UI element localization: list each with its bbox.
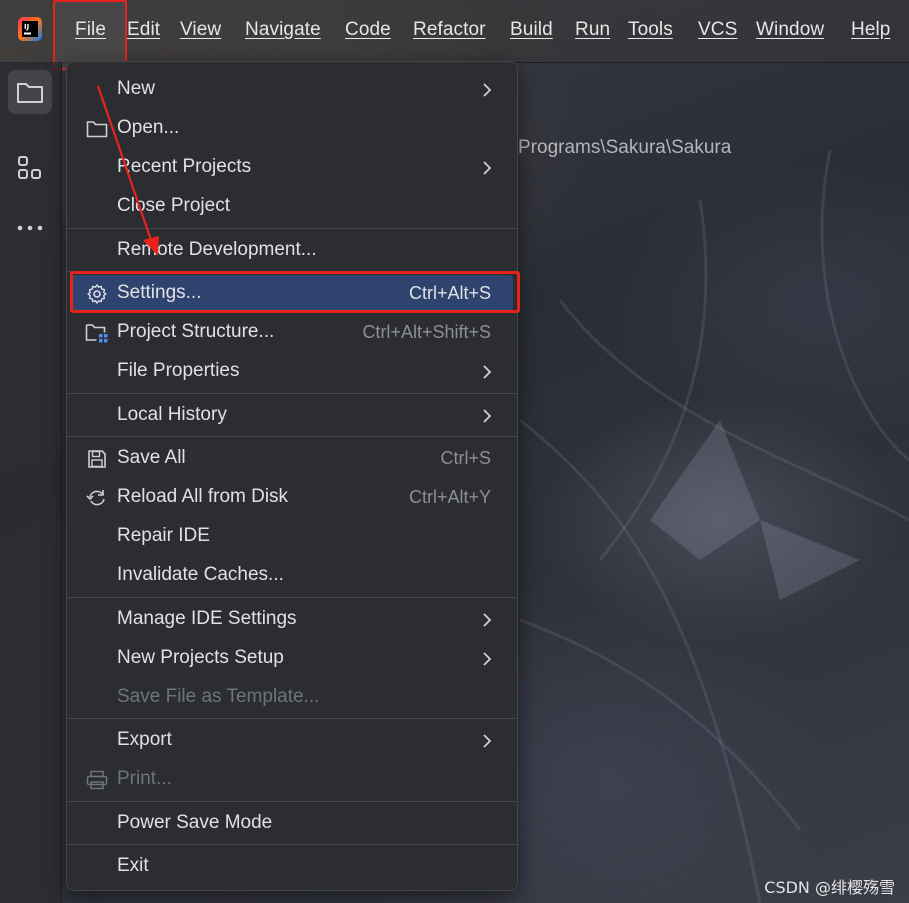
menu-help[interactable]: Help (851, 19, 890, 41)
menu-window[interactable]: Window (756, 19, 824, 41)
chevron-right-icon (483, 734, 492, 748)
chevron-right-icon (483, 409, 492, 423)
printer-icon (85, 768, 109, 792)
menu-item-invalidate-caches[interactable]: Invalidate Caches... (71, 557, 513, 594)
menu-separator (67, 801, 517, 802)
menu-item-label: Exit (117, 855, 149, 876)
menu-item-remote-development[interactable]: Remote Development... (71, 232, 513, 269)
project-path-text: Programs\Sakura\Sakura (518, 137, 732, 158)
menu-refactor[interactable]: Refactor (413, 19, 486, 41)
menu-separator (67, 228, 517, 229)
menu-item-repair-ide[interactable]: Repair IDE (71, 518, 513, 555)
menu-item-shortcut: Ctrl+Alt+Shift+S (362, 322, 491, 342)
menu-item-label: Open... (117, 117, 180, 138)
folder-icon (17, 83, 43, 103)
menu-tools[interactable]: Tools (628, 19, 673, 41)
menu-item-label: New Projects Setup (117, 647, 284, 668)
menu-item-reload-all[interactable]: Reload All from Disk Ctrl+Alt+Y (71, 479, 513, 516)
menu-item-label: Project Structure... (117, 321, 275, 342)
menu-item-label: Manage IDE Settings (117, 608, 297, 629)
menu-item-label: Save File as Template... (117, 686, 320, 707)
menu-item-export[interactable]: Export (71, 722, 513, 759)
menu-separator (67, 844, 517, 845)
menu-item-label: Close Project (117, 195, 230, 216)
menu-item-project-structure[interactable]: Project Structure... Ctrl+Alt+Shift+S (71, 314, 513, 351)
menu-separator (67, 393, 517, 394)
svg-text:IJ: IJ (24, 23, 29, 31)
menu-item-local-history[interactable]: Local History (71, 397, 513, 434)
chevron-right-icon (483, 83, 492, 97)
structure-tool-button[interactable] (8, 146, 52, 190)
menu-item-exit[interactable]: Exit (71, 848, 513, 885)
file-menu-dropdown: New Open... Recent Projects Close Projec… (66, 61, 518, 891)
reload-icon (85, 486, 109, 510)
project-tool-button[interactable] (8, 70, 52, 114)
menu-item-file-properties[interactable]: File Properties (71, 353, 513, 390)
left-tool-strip (0, 62, 62, 903)
menu-item-label: Remote Development... (117, 239, 317, 260)
menu-item-label: New (117, 78, 156, 99)
menu-item-shortcut: Ctrl+S (440, 448, 491, 468)
menu-item-recent-projects[interactable]: Recent Projects (71, 149, 513, 186)
main-menubar: IJ File Edit View Navigate Code Refactor… (0, 0, 909, 70)
menu-item-save-file-as-template: Save File as Template... (71, 679, 513, 716)
menu-view[interactable]: View (180, 19, 221, 41)
menu-navigate[interactable]: Navigate (245, 19, 321, 41)
menu-vcs[interactable]: VCS (698, 19, 737, 41)
menu-item-label: Invalidate Caches... (117, 564, 284, 585)
menu-item-label: Print... (117, 768, 172, 789)
menu-code[interactable]: Code (345, 19, 391, 41)
save-icon (85, 447, 109, 471)
menu-item-label: Save All (117, 447, 186, 468)
menu-item-label: File Properties (117, 360, 240, 381)
menu-item-label: Export (117, 729, 172, 750)
menu-separator (67, 597, 517, 598)
chevron-right-icon (483, 365, 492, 379)
menu-build[interactable]: Build (510, 19, 553, 41)
menu-file[interactable]: File (75, 19, 106, 41)
menu-item-print: Print... (71, 761, 513, 798)
menu-item-power-save-mode[interactable]: Power Save Mode (71, 805, 513, 842)
menu-item-label: Local History (117, 404, 227, 425)
chevron-right-icon (483, 613, 492, 627)
menu-item-label: Power Save Mode (117, 812, 273, 833)
menu-item-open[interactable]: Open... (71, 110, 513, 147)
menu-item-label: Recent Projects (117, 156, 252, 177)
chevron-right-icon (483, 652, 492, 666)
project-structure-icon (85, 321, 109, 345)
menu-separator (67, 436, 517, 437)
annotation-settings-highlight (70, 271, 520, 313)
menu-edit[interactable]: Edit (127, 19, 160, 41)
folder-icon (85, 117, 109, 141)
menu-item-shortcut: Ctrl+Alt+Y (408, 487, 491, 507)
menu-item-manage-ide-settings[interactable]: Manage IDE Settings (71, 601, 513, 638)
menu-item-label: Reload All from Disk (117, 486, 289, 507)
more-tools-button[interactable] (8, 206, 52, 250)
chevron-right-icon (483, 161, 492, 175)
menu-run[interactable]: Run (575, 19, 610, 41)
more-dots-icon (17, 225, 43, 231)
menu-item-new[interactable]: New (71, 71, 513, 108)
watermark: CSDN @绯樱殇雪 (764, 878, 895, 897)
menu-item-label: Repair IDE (117, 525, 210, 546)
menu-separator (67, 718, 517, 719)
intellij-logo-icon: IJ (18, 17, 42, 41)
menu-item-save-all[interactable]: Save All Ctrl+S (71, 440, 513, 477)
structure-icon (18, 156, 41, 179)
menu-item-close-project[interactable]: Close Project (71, 188, 513, 225)
menu-item-new-projects-setup[interactable]: New Projects Setup (71, 640, 513, 677)
